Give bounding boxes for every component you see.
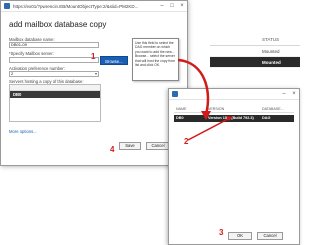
callout-arrow-head-1	[201, 111, 211, 120]
annotation-number-4: 4	[110, 145, 115, 154]
annotation-arrows	[177, 58, 233, 141]
callout-arrow-1	[177, 58, 210, 115]
annotation-number-2: 2	[184, 137, 189, 146]
annotation-number-1: 1	[91, 52, 96, 61]
callout-arrow-2	[187, 117, 231, 141]
annotation-number-3: 3	[219, 228, 224, 237]
